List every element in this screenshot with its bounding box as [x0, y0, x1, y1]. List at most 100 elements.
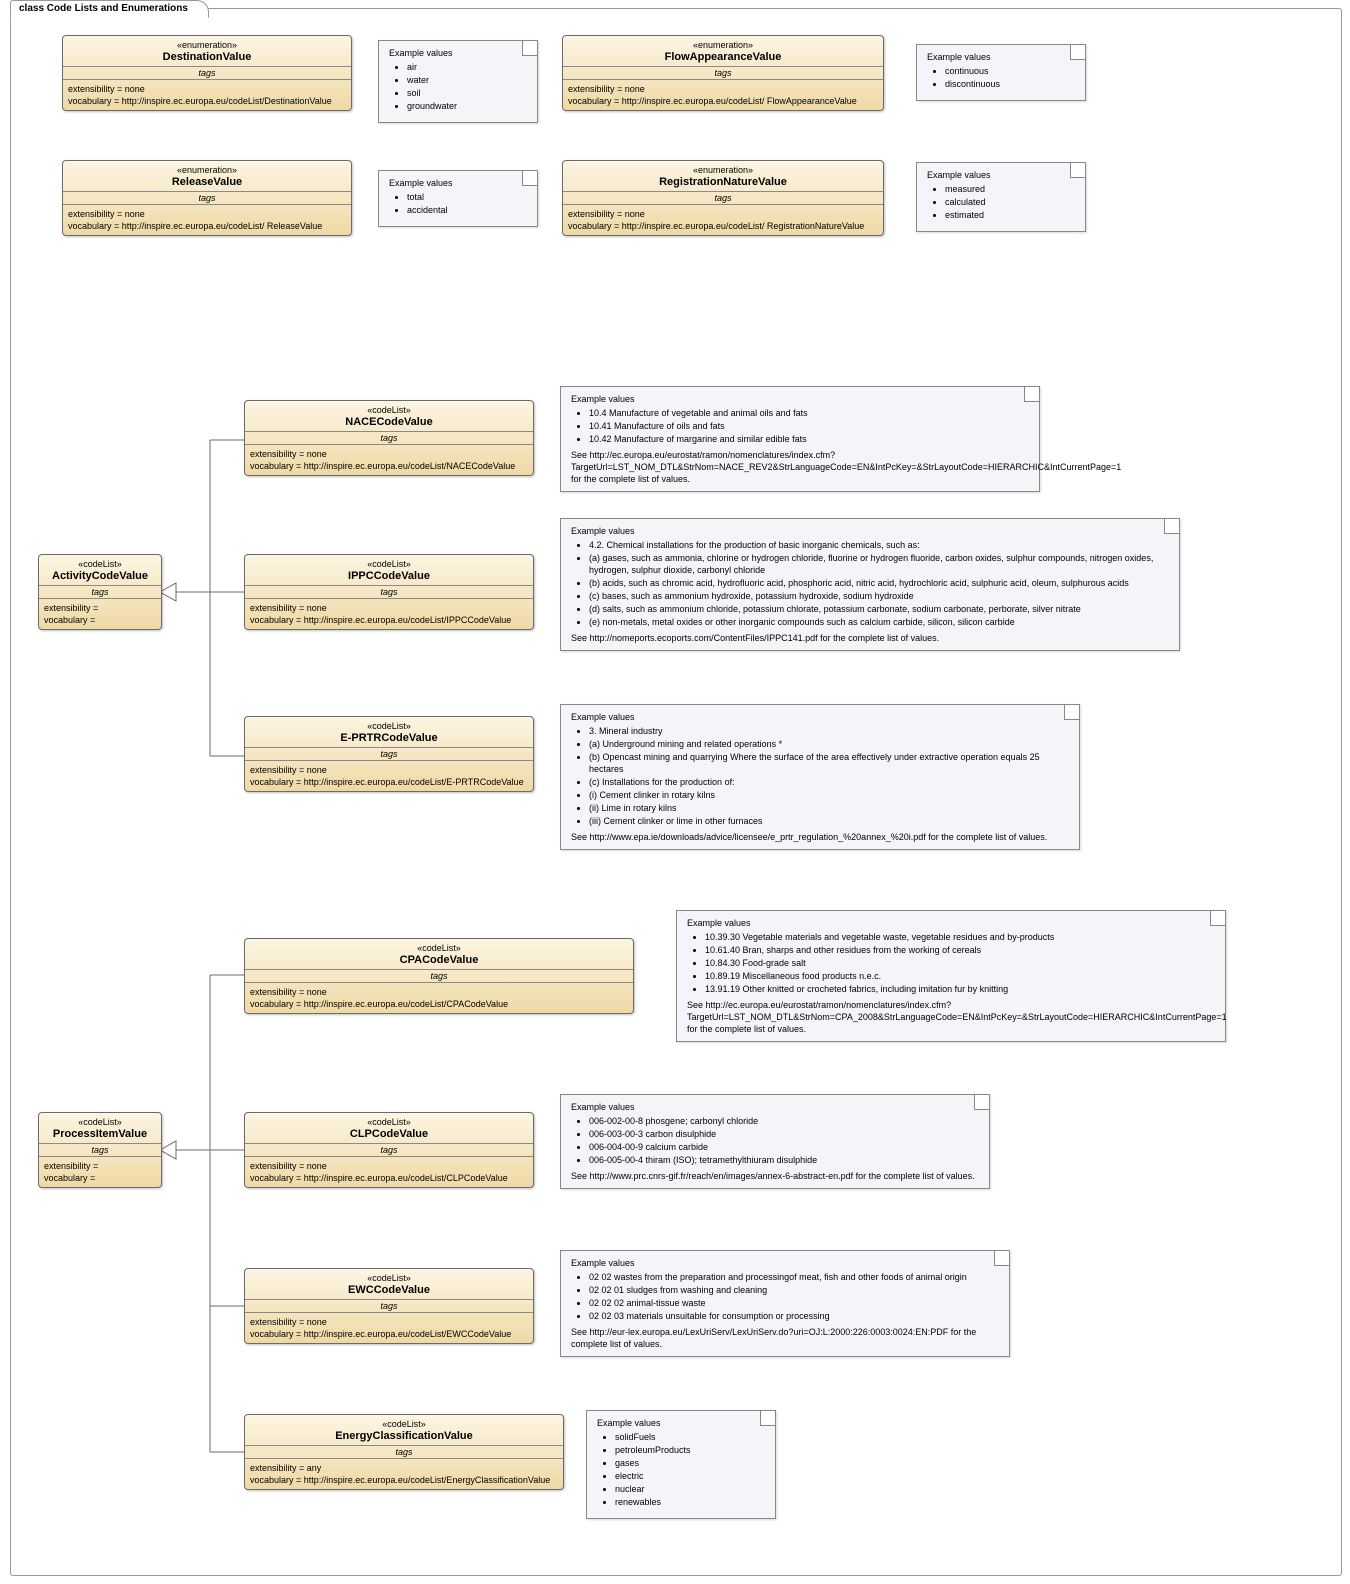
note-fold-icon [1210, 911, 1225, 926]
class-name: IPPCCodeValue [249, 570, 529, 582]
note-fold-icon [522, 41, 537, 56]
note-EnergyClassificationValue: Example values solidFuelspetroleumProduct… [586, 1410, 776, 1519]
tags-label: tags [245, 1144, 533, 1157]
note-bullet: accidental [407, 204, 529, 216]
note-bullet: soil [407, 87, 529, 99]
note-fold-icon [522, 171, 537, 186]
note-title: Example values [927, 51, 1077, 63]
stereotype: «codeList» [43, 1116, 157, 1128]
class-ActivityCodeValue: «codeList»ActivityCodeValuetagsextensibi… [38, 554, 162, 630]
note-bullet: renewables [615, 1496, 767, 1508]
class-name: ReleaseValue [67, 176, 347, 188]
note-bullet: 10.4 Manufacture of vegetable and animal… [589, 407, 1031, 419]
tags-label: tags [63, 67, 351, 80]
note-fold-icon [1070, 45, 1085, 60]
note-title: Example values [597, 1417, 767, 1429]
tags-body: extensibility =vocabulary = [39, 599, 161, 629]
class-ReleaseValue: «enumeration»ReleaseValuetagsextensibili… [62, 160, 352, 236]
note-bullet: continuous [945, 65, 1077, 77]
note-bullet: 006-003-00-3 carbon disulphide [589, 1128, 981, 1140]
tags-body: extensibility = nonevocabulary = http://… [245, 1313, 533, 1343]
tags-label: tags [245, 1446, 563, 1459]
tags-label: tags [39, 586, 161, 599]
note-after: See http://eur-lex.europa.eu/LexUriServ/… [571, 1326, 1001, 1350]
stereotype: «codeList» [249, 942, 629, 954]
note-bullet: 02 02 03 materials unsuitable for consum… [589, 1310, 1001, 1322]
note-bullet: solidFuels [615, 1431, 767, 1443]
note-bullet: (c) bases, such as ammonium hydroxide, p… [589, 590, 1171, 602]
stereotype: «enumeration» [567, 164, 879, 176]
tags-body: extensibility = nonevocabulary = http://… [563, 205, 883, 235]
note-bullet: 006-005-00-4 thiram (ISO); tetramethylth… [589, 1154, 981, 1166]
class-EPRTRCodeValue: «codeList»E-PRTRCodeValuetagsextensibili… [244, 716, 534, 792]
class-EnergyClassificationValue: «codeList»EnergyClassificationValuetagse… [244, 1414, 564, 1490]
note-bullet: 02 02 01 sludges from washing and cleani… [589, 1284, 1001, 1296]
tags-body: extensibility = nonevocabulary = http://… [63, 205, 351, 235]
class-name: EWCCodeValue [249, 1284, 529, 1296]
note-NACECodeValue: Example values10.4 Manufacture of vegeta… [560, 386, 1040, 492]
note-bullet: 10.61.40 Bran, sharps and other residues… [705, 944, 1217, 956]
note-ReleaseValue: Example valuestotalaccidental [378, 170, 538, 227]
tags-body: extensibility = nonevocabulary = http://… [245, 983, 633, 1013]
class-FlowAppearanceValue: «enumeration»FlowAppearanceValuetagsexte… [562, 35, 884, 111]
note-bullet: (b) Opencast mining and quarrying Where … [589, 751, 1071, 775]
note-title: Example values [571, 525, 1171, 537]
note-title: Example values [571, 1257, 1001, 1269]
tags-body: extensibility = nonevocabulary = http://… [245, 599, 533, 629]
note-CLPCodeValue: Example values006-002-00-8 phosgene; car… [560, 1094, 990, 1189]
tags-body: extensibility = nonevocabulary = http://… [245, 445, 533, 475]
note-bullet: 10.89.19 Miscellaneous food products n.e… [705, 970, 1217, 982]
diagram-title-tab: class Code Lists and Enumerations [10, 0, 209, 18]
tags-body: extensibility = nonevocabulary = http://… [245, 761, 533, 791]
class-IPPCCodeValue: «codeList»IPPCCodeValuetagsextensibility… [244, 554, 534, 630]
note-bullet: electric [615, 1470, 767, 1482]
note-bullet: water [407, 74, 529, 86]
tags-body: extensibility = nonevocabulary = http://… [63, 80, 351, 110]
note-after: See http://ec.europa.eu/eurostat/ramon/n… [687, 999, 1217, 1035]
class-RegistrationNatureValue: «enumeration»RegistrationNatureValuetags… [562, 160, 884, 236]
note-title: Example values [389, 177, 529, 189]
note-bullet: 02 02 wastes from the preparation and pr… [589, 1271, 1001, 1283]
stereotype: «codeList» [249, 1116, 529, 1128]
tags-body: extensibility = nonevocabulary = http://… [245, 1157, 533, 1187]
note-fold-icon [994, 1251, 1009, 1266]
note-bullet: 4.2. Chemical installations for the prod… [589, 539, 1171, 551]
note-bullet: 13.91.19 Other knitted or crocheted fabr… [705, 983, 1217, 995]
note-after: See http://www.epa.ie/downloads/advice/l… [571, 831, 1071, 843]
tags-body: extensibility = anyvocabulary = http://i… [245, 1459, 563, 1489]
note-bullet: 006-004-00-9 calcium carbide [589, 1141, 981, 1153]
note-bullet: discontinuous [945, 78, 1077, 90]
note-bullet: nuclear [615, 1483, 767, 1495]
class-name: ProcessItemValue [43, 1128, 157, 1140]
stereotype: «codeList» [249, 1418, 559, 1430]
note-EWCCodeValue: Example values 02 02 wastes from the prep… [560, 1250, 1010, 1357]
class-name: RegistrationNatureValue [567, 176, 879, 188]
note-bullet: (a) gases, such as ammonia, chlorine or … [589, 552, 1171, 576]
note-fold-icon [1164, 519, 1179, 534]
diagram-canvas: class Code Lists and Enumerations [0, 0, 1350, 1584]
note-after: See http://nomeports.ecoports.com/Conten… [571, 632, 1171, 644]
note-bullet: petroleumProducts [615, 1444, 767, 1456]
tags-label: tags [245, 970, 633, 983]
note-IPPCCodeValue: Example values 4.2. Chemical installation… [560, 518, 1180, 651]
note-bullet: 10.39.30 Vegetable materials and vegetab… [705, 931, 1217, 943]
note-title: Example values [389, 47, 529, 59]
note-bullet: (a) Underground mining and related opera… [589, 738, 1071, 750]
note-bullet: 3. Mineral industry [589, 725, 1071, 737]
class-CLPCodeValue: «codeList»CLPCodeValue tagsextensibility … [244, 1112, 534, 1188]
note-bullet: (b) acids, such as chromic acid, hydrofl… [589, 577, 1171, 589]
class-CPACodeValue: «codeList»CPACodeValuetagsextensibility … [244, 938, 634, 1014]
stereotype: «enumeration» [567, 39, 879, 51]
note-bullet: (c) Installations for the production of: [589, 776, 1071, 788]
note-bullet: (i) Cement clinker in rotary kilns [589, 789, 1071, 801]
note-title: Example values [927, 169, 1077, 181]
note-bullet: 10.41 Manufacture of oils and fats [589, 420, 1031, 432]
note-RegistrationNatureValue: Example valuesmeasuredcalculatedestimate… [916, 162, 1086, 232]
class-name: NACECodeValue [249, 416, 529, 428]
tags-label: tags [245, 432, 533, 445]
note-fold-icon [1070, 163, 1085, 178]
note-bullet: measured [945, 183, 1077, 195]
note-bullet: (iii) Cement clinker or lime in other fu… [589, 815, 1071, 827]
class-name: CLPCodeValue [249, 1128, 529, 1140]
note-bullet: (e) non-metals, metal oxides or other in… [589, 616, 1171, 628]
